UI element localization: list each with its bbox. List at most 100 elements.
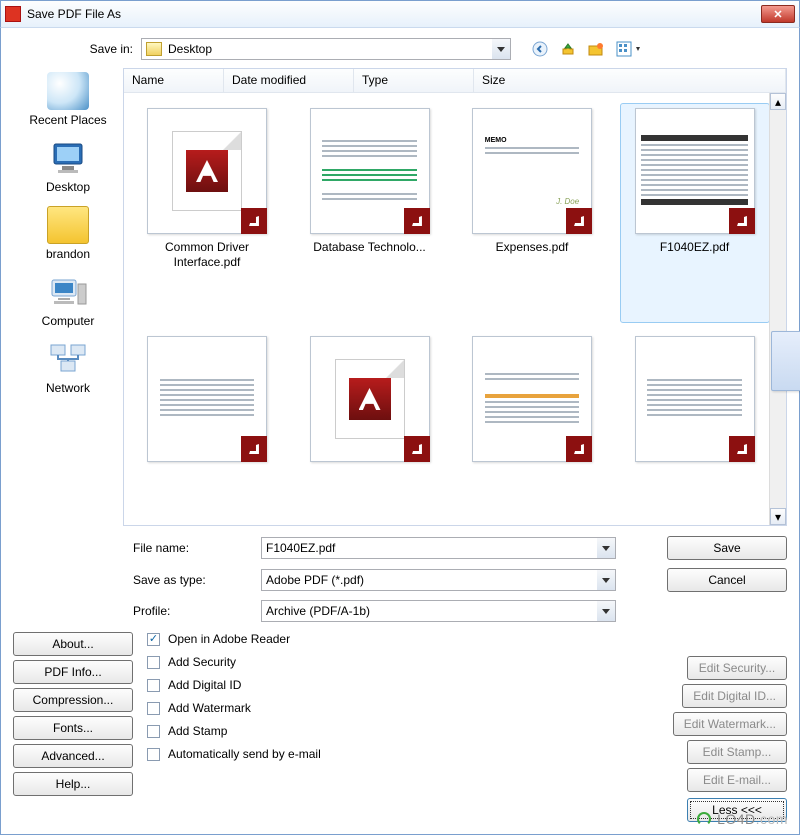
advanced-button[interactable]: Advanced... xyxy=(13,744,133,768)
edit-watermark-button[interactable]: Edit Watermark... xyxy=(673,712,787,736)
back-button[interactable] xyxy=(529,38,551,60)
edit-email-button[interactable]: Edit E-mail... xyxy=(687,768,787,792)
file-name: F1040EZ.pdf xyxy=(660,240,729,255)
watermark: LO4D.com xyxy=(697,811,788,827)
edit-stamp-button[interactable]: Edit Stamp... xyxy=(687,740,787,764)
view-menu-button[interactable] xyxy=(613,38,649,60)
file-item[interactable] xyxy=(295,331,445,515)
option-add-digitalid[interactable]: Add Digital ID xyxy=(147,678,633,692)
chevron-down-icon xyxy=(492,39,510,59)
pdf-badge-icon xyxy=(729,208,755,234)
option-label: Add Security xyxy=(168,655,236,669)
file-item[interactable]: F1040EZ.pdf xyxy=(620,103,770,323)
compression-button[interactable]: Compression... xyxy=(13,688,133,712)
edit-digitalid-button[interactable]: Edit Digital ID... xyxy=(682,684,787,708)
options-panel: Open in Adobe Reader Add Security Add Di… xyxy=(147,632,633,822)
pdfinfo-button[interactable]: PDF Info... xyxy=(13,660,133,684)
fonts-button[interactable]: Fonts... xyxy=(13,716,133,740)
option-label: Add Watermark xyxy=(168,701,251,715)
scroll-down-button[interactable]: ▾ xyxy=(770,508,786,525)
profile-value: Archive (PDF/A-1b) xyxy=(266,604,370,618)
option-label: Add Stamp xyxy=(168,724,227,738)
computer-icon xyxy=(47,273,89,311)
option-add-watermark[interactable]: Add Watermark xyxy=(147,701,633,715)
file-thumbnail: MEMOJ. Doe xyxy=(472,108,592,234)
col-date[interactable]: Date modified xyxy=(224,69,354,92)
file-thumbnail xyxy=(310,336,430,462)
scroll-up-button[interactable]: ▴ xyxy=(770,93,786,110)
checkbox-open-reader[interactable] xyxy=(147,633,160,646)
savein-dropdown[interactable]: Desktop xyxy=(141,38,511,60)
profile-label: Profile: xyxy=(133,604,253,618)
about-button[interactable]: About... xyxy=(13,632,133,656)
file-item[interactable]: MEMOJ. Doe Expenses.pdf xyxy=(457,103,607,323)
pdf-badge-icon xyxy=(729,436,755,462)
col-type[interactable]: Type xyxy=(354,69,474,92)
vertical-scrollbar[interactable]: ▴ ▾ xyxy=(769,93,786,525)
bottom-panel: About... PDF Info... Compression... Font… xyxy=(13,632,787,822)
watermark-dotcom: .com xyxy=(756,811,788,827)
sidebar-item-computer[interactable]: Computer xyxy=(13,273,123,328)
checkbox-add-stamp[interactable] xyxy=(147,725,160,738)
checkbox-auto-email[interactable] xyxy=(147,748,160,761)
option-auto-email[interactable]: Automatically send by e-mail xyxy=(147,747,633,761)
sidebar-item-user[interactable]: brandon xyxy=(13,206,123,261)
file-thumbnail xyxy=(635,108,755,234)
user-folder-icon xyxy=(47,206,89,244)
col-name[interactable]: Name xyxy=(124,69,224,92)
file-item[interactable] xyxy=(132,331,282,515)
app-icon xyxy=(5,6,21,22)
column-headers: Name Date modified Type Size xyxy=(124,69,786,93)
save-dialog: Save PDF File As ✕ Save in: Desktop Rece xyxy=(0,0,800,835)
option-add-security[interactable]: Add Security xyxy=(147,655,633,669)
sidebar-item-label: Computer xyxy=(13,314,123,328)
option-add-stamp[interactable]: Add Stamp xyxy=(147,724,633,738)
cancel-button[interactable]: Cancel xyxy=(667,568,787,592)
file-thumbnail xyxy=(472,336,592,462)
pdf-badge-icon xyxy=(241,436,267,462)
edit-buttons: Edit Security... Edit Digital ID... Edit… xyxy=(647,632,787,822)
pdf-badge-icon xyxy=(566,436,592,462)
pdf-badge-icon xyxy=(404,436,430,462)
savein-row: Save in: Desktop xyxy=(13,38,787,60)
filename-value: F1040EZ.pdf xyxy=(266,541,335,555)
option-label: Add Digital ID xyxy=(168,678,241,692)
file-item[interactable] xyxy=(457,331,607,515)
help-button[interactable]: Help... xyxy=(13,772,133,796)
filename-input[interactable]: F1040EZ.pdf xyxy=(261,537,616,559)
file-thumbnail xyxy=(635,336,755,462)
file-item[interactable]: Common Driver Interface.pdf xyxy=(132,103,282,323)
file-item[interactable] xyxy=(620,331,770,515)
checkbox-add-digitalid[interactable] xyxy=(147,679,160,692)
folder-icon xyxy=(146,42,162,56)
col-size[interactable]: Size xyxy=(474,69,786,92)
saveastype-dropdown[interactable]: Adobe PDF (*.pdf) xyxy=(261,569,616,591)
saveastype-label: Save as type: xyxy=(133,573,253,587)
new-folder-button[interactable] xyxy=(585,38,607,60)
file-thumbnail xyxy=(147,336,267,462)
file-name: Common Driver Interface.pdf xyxy=(137,240,277,270)
sidebar-item-desktop[interactable]: Desktop xyxy=(13,139,123,194)
checkbox-add-watermark[interactable] xyxy=(147,702,160,715)
file-item[interactable]: Database Technolo... xyxy=(295,103,445,323)
close-button[interactable]: ✕ xyxy=(761,5,795,23)
file-name: Database Technolo... xyxy=(313,240,426,255)
edit-security-button[interactable]: Edit Security... xyxy=(687,656,787,680)
sidebar-item-network[interactable]: Network xyxy=(13,340,123,395)
up-button[interactable] xyxy=(557,38,579,60)
chevron-down-icon xyxy=(597,538,615,558)
file-name: Expenses.pdf xyxy=(496,240,569,255)
savein-label: Save in: xyxy=(77,42,133,56)
option-open-reader[interactable]: Open in Adobe Reader xyxy=(147,632,633,646)
main-area: Recent Places Desktop brandon Computer N… xyxy=(13,68,787,526)
save-button[interactable]: Save xyxy=(667,536,787,560)
sidebar-item-recent[interactable]: Recent Places xyxy=(13,72,123,127)
left-buttons: About... PDF Info... Compression... Font… xyxy=(13,632,133,822)
checkbox-add-security[interactable] xyxy=(147,656,160,669)
watermark-icon xyxy=(697,812,711,826)
file-thumbnail xyxy=(310,108,430,234)
profile-dropdown[interactable]: Archive (PDF/A-1b) xyxy=(261,600,616,622)
scroll-thumb[interactable] xyxy=(771,331,800,391)
option-label: Open in Adobe Reader xyxy=(168,632,290,646)
file-grid[interactable]: Common Driver Interface.pdf Database Tech… xyxy=(124,93,786,525)
